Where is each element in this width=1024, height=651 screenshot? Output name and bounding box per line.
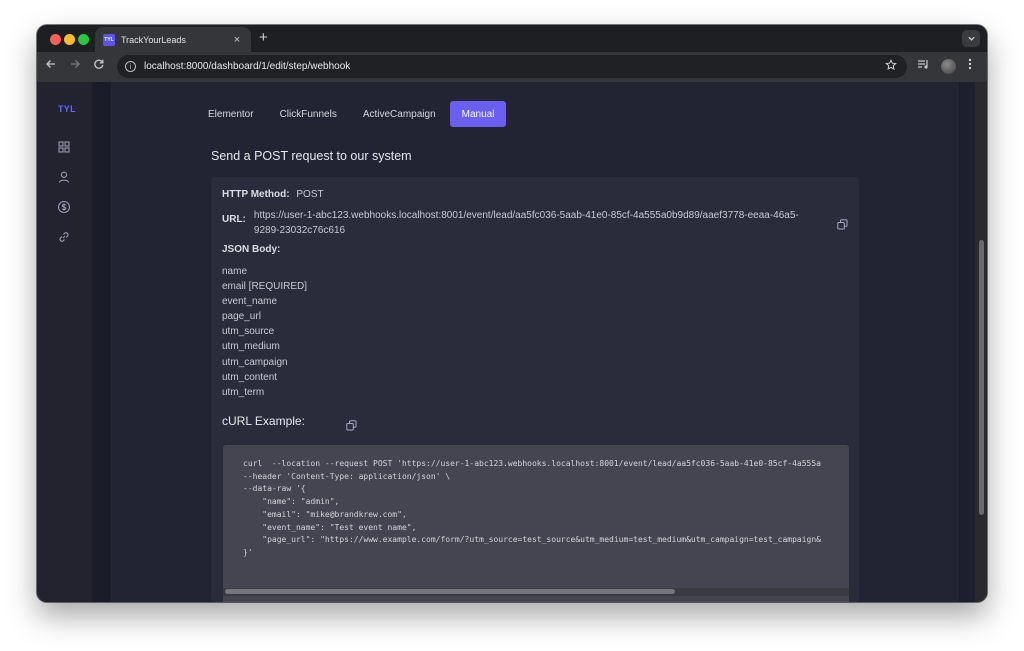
dollar-icon[interactable] [57,200,71,214]
new-tab-button[interactable]: + [259,29,268,46]
bookmark-star-icon[interactable] [885,59,897,74]
url-row: URL: https://user-1-abc123.webhooks.loca… [222,208,822,238]
http-method-row: HTTP Method: POST [222,189,324,200]
tab-manual[interactable]: Manual [449,101,507,127]
browser-tab[interactable]: TYL TrackYourLeads × [95,27,251,52]
url-text[interactable]: localhost:8000/dashboard/1/edit/step/web… [144,61,350,72]
http-method-label: HTTP Method: [222,189,290,200]
grid-icon[interactable] [57,140,71,154]
json-body-label: JSON Body: [222,244,281,255]
copy-curl-icon[interactable] [346,418,357,431]
tab-activecampaign[interactable]: ActiveCampaign [351,101,448,127]
tab-elementor[interactable]: Elementor [197,101,266,127]
tab-title: TrackYourLeads [121,34,186,45]
list-item: event_name [222,296,278,308]
user-icon[interactable] [57,170,71,184]
forward-arrow-icon[interactable] [67,58,83,73]
curl-example-title: cURL Example: [222,414,305,428]
list-item: name [222,266,248,277]
browser-menu-icon[interactable] [968,58,972,73]
page-content: TYL Elementor ClickFunnels ActiveCampaig… [37,82,987,602]
close-window-button[interactable] [50,34,61,45]
curl-code-block[interactable]: curl --location --request POST 'https://… [223,445,849,602]
http-method-value: POST [296,189,324,200]
list-item: utm_campaign [222,356,288,368]
curl-code[interactable]: curl --location --request POST 'https://… [243,458,821,560]
list-item: page_url [222,311,261,323]
url-label: URL: [222,214,246,225]
address-bar[interactable]: i localhost:8000/dashboard/1/edit/step/w… [117,55,907,78]
profile-avatar[interactable] [941,59,956,74]
tab-strip: TYL TrackYourLeads × + [37,25,987,52]
tab-clickfunnels[interactable]: ClickFunnels [268,101,349,127]
tab-search-button[interactable] [962,30,980,47]
page-scrollbar-thumb[interactable] [979,240,984,515]
minimize-window-button[interactable] [64,34,75,45]
site-info-icon[interactable]: i [125,61,136,72]
tab-close-icon[interactable]: × [231,34,243,46]
copy-url-icon[interactable] [837,217,848,230]
media-controls-icon[interactable] [917,59,930,73]
chevron-down-icon [967,36,975,41]
reload-icon[interactable] [91,58,107,73]
section-title: Send a POST request to our system [211,149,412,163]
list-item: utm_term [222,386,265,398]
browser-toolbar: i localhost:8000/dashboard/1/edit/step/w… [37,52,987,82]
link-icon[interactable] [57,230,71,244]
brand-logo[interactable]: TYL [58,104,76,114]
list-item: email [REQUIRED] [222,281,308,293]
integration-tabs: Elementor ClickFunnels ActiveCampaign Ma… [197,101,508,127]
code-scrollbar-thumb[interactable] [225,589,675,594]
json-fields-list: name email [REQUIRED] event_name page_ur… [222,264,307,400]
webhook-url: https://user-1-abc123.webhooks.localhost… [253,210,799,236]
code-horizontal-scrollbar[interactable] [223,588,849,596]
list-item: utm_source [222,326,275,338]
favicon-icon: TYL [103,33,115,46]
back-arrow-icon[interactable] [43,58,59,73]
sidebar: TYL [37,82,92,602]
maximize-window-button[interactable] [78,34,89,45]
browser-window: TYL TrackYourLeads × + i localhost:8000/… [37,25,987,602]
list-item: utm_medium [222,341,280,353]
list-item: utm_content [222,371,278,383]
webhook-details-card: HTTP Method: POST URL: https://user-1-ab… [211,177,859,602]
